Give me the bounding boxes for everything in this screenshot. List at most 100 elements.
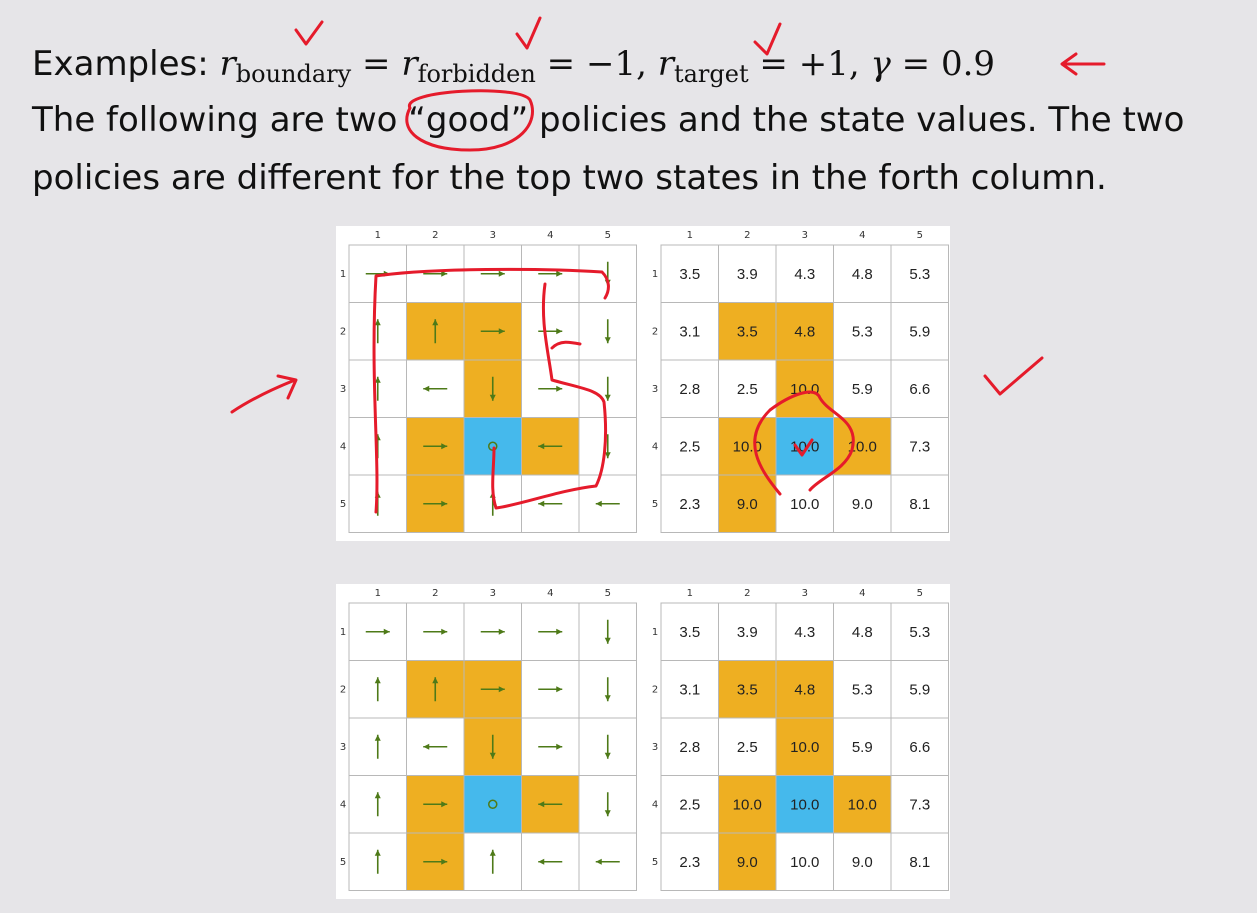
column-label: 5	[917, 588, 923, 599]
state-value: 4.8	[794, 323, 815, 340]
state-value: 5.3	[852, 323, 873, 340]
row-label: 3	[340, 384, 346, 395]
grid-cell	[463, 775, 522, 834]
state-value: 4.3	[794, 266, 815, 283]
state-value: 6.6	[909, 381, 930, 398]
line3-text: policies are different for the top two s…	[32, 158, 1107, 198]
state-value: 4.8	[794, 681, 815, 698]
column-label: 2	[744, 230, 750, 241]
state-value: 7.3	[909, 796, 930, 813]
state-value: 10.0	[790, 796, 819, 813]
row-label: 1	[340, 627, 346, 638]
column-label: 2	[432, 588, 438, 599]
column-label: 5	[917, 230, 923, 241]
state-value: 3.5	[737, 323, 758, 340]
value-grid-top: 1 2 3 4 5 1 2 3 4 5 3.5 3.9 4.3 4.8 5.3 3.1 3.5 4.8 5.3 5.9…	[648, 226, 950, 541]
arrow-mark	[1060, 52, 1106, 76]
policy-grid-bottom: 1 2 3 4 5 1 2 3 4 5	[336, 584, 648, 899]
state-value: 3.5	[737, 681, 758, 698]
state-value: 5.9	[852, 381, 873, 398]
state-value: 10.0	[790, 854, 819, 871]
value-minus-one: −1,	[585, 44, 647, 84]
state-value: 4.3	[794, 624, 815, 641]
row-label: 2	[340, 684, 346, 695]
equals-sign: =	[546, 44, 576, 84]
row-label: 3	[340, 742, 346, 753]
column-label: 4	[547, 230, 553, 241]
line2-start: The following are two	[32, 100, 409, 140]
state-value: 3.9	[737, 624, 758, 641]
state-value: 3.9	[737, 266, 758, 283]
state-value: 2.5	[737, 381, 758, 398]
row-label: 1	[340, 269, 346, 280]
row-label: 4	[340, 799, 346, 810]
row-label: 3	[652, 742, 658, 753]
description-line-2: policies are different for the top two s…	[32, 158, 1107, 198]
state-value: 3.1	[679, 323, 700, 340]
column-label: 4	[547, 588, 553, 599]
examples-label: Examples:	[32, 44, 209, 84]
state-value: 8.1	[909, 496, 930, 513]
row-label: 4	[652, 799, 658, 810]
equals-sign: =	[901, 44, 931, 84]
row-label: 4	[652, 441, 658, 452]
column-label: 3	[802, 588, 808, 599]
state-value: 10.0	[790, 438, 819, 455]
description-line-1: The following are two “good” policies an…	[32, 100, 1184, 140]
column-label: 4	[859, 588, 865, 599]
value-grid-bottom: 1 2 3 4 5 1 2 3 4 5 3.5 3.9 4.3 4.8 5.3 3.1 3.5 4.8 5.3 5.9…	[648, 584, 950, 899]
state-value: 5.3	[852, 681, 873, 698]
state-value: 10.0	[790, 739, 819, 756]
good-word: “good”	[408, 100, 529, 140]
state-value: 2.5	[679, 796, 700, 813]
row-label: 3	[652, 384, 658, 395]
state-value: 5.9	[909, 323, 930, 340]
gamma-symbol: γ	[870, 44, 891, 84]
state-value: 10.0	[733, 438, 762, 455]
state-value: 2.8	[679, 381, 700, 398]
gamma-value: 0.9	[940, 44, 996, 84]
value-plus-one: +1,	[798, 44, 860, 84]
state-value: 2.5	[679, 438, 700, 455]
r-boundary: rboundary	[219, 44, 352, 88]
tick-mark	[983, 356, 1044, 396]
column-label: 1	[375, 588, 381, 599]
state-value: 10.0	[733, 796, 762, 813]
state-value: 10.0	[848, 796, 877, 813]
row-label: 5	[652, 857, 658, 868]
row-label: 2	[652, 684, 658, 695]
state-value: 2.3	[679, 854, 700, 871]
line2-end: policies and the state values. The two	[528, 100, 1185, 140]
state-value: 10.0	[790, 496, 819, 513]
column-label: 5	[605, 588, 611, 599]
state-value: 3.1	[679, 681, 700, 698]
row-label: 2	[340, 326, 346, 337]
column-label: 2	[432, 230, 438, 241]
row-label: 1	[652, 627, 658, 638]
state-value: 5.9	[909, 681, 930, 698]
r-target: rtarget	[657, 44, 749, 88]
state-value: 2.5	[737, 739, 758, 756]
state-value: 5.9	[852, 739, 873, 756]
column-label: 1	[687, 588, 693, 599]
row-label: 5	[340, 499, 346, 510]
state-value: 10.0	[790, 381, 819, 398]
row-label: 2	[652, 326, 658, 337]
examples-line: Examples: rboundary = rforbidden = −1, r…	[32, 44, 995, 94]
equals-sign: =	[759, 44, 788, 84]
column-label: 1	[687, 230, 693, 241]
grid-cell	[463, 417, 522, 476]
policy-grid-top: 1 2 3 4 5 1 2 3 4 5	[336, 226, 648, 541]
state-value: 9.0	[852, 854, 873, 871]
state-value: 4.8	[852, 266, 873, 283]
state-value: 2.8	[679, 739, 700, 756]
state-value: 4.8	[852, 624, 873, 641]
tick-mark	[294, 20, 324, 46]
state-value: 8.1	[909, 854, 930, 871]
column-label: 1	[375, 230, 381, 241]
state-value: 9.0	[737, 854, 758, 871]
column-label: 4	[859, 230, 865, 241]
arrow-mark	[230, 374, 298, 414]
column-label: 5	[605, 230, 611, 241]
column-label: 2	[744, 588, 750, 599]
